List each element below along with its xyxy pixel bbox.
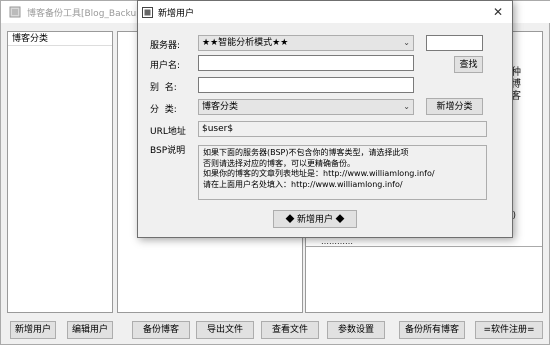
server-extra-input[interactable] (426, 35, 483, 51)
alias-field[interactable] (198, 77, 414, 93)
bsp-label: BSP说明 (150, 146, 186, 156)
server-label: 服务器: (150, 41, 181, 51)
add-user-dialog: 新增用户 ✕ 服务器: ★★智能分析模式★★ ⌄ 查找 用户名: 别 名: 分 … (137, 0, 513, 238)
add-user-button[interactable]: 新增用户 (10, 321, 56, 339)
chevron-down-icon: ⌄ (403, 102, 410, 111)
server-select[interactable]: ★★智能分析模式★★ ⌄ (198, 35, 414, 51)
dialog-titlebar: 新增用户 ✕ (138, 1, 512, 23)
backup-blog-button[interactable]: 备份博客 (132, 321, 190, 339)
category-panel[interactable]: 博客分类 (7, 31, 113, 313)
submit-add-user-button[interactable]: ◆ 新增用户 ◆ (273, 210, 357, 228)
category-select-value: 博客分类 (202, 102, 239, 112)
close-icon[interactable]: ✕ (490, 4, 506, 20)
alias-label: 别 名: (150, 83, 177, 93)
url-label: URL地址 (150, 127, 186, 137)
category-panel-header: 博客分类 (8, 32, 112, 46)
backup-all-blogs-button[interactable]: 备份所有博客 (399, 321, 465, 339)
search-button[interactable]: 查找 (454, 56, 483, 73)
dialog-title: 新增用户 (158, 9, 195, 19)
dialog-app-icon (142, 7, 153, 18)
chevron-down-icon: ⌄ (403, 38, 410, 47)
edit-user-button[interactable]: 编辑用户 (67, 321, 113, 339)
username-field[interactable] (198, 55, 414, 71)
bsp-line: 如果你的博客的文章列表地址是：http://www.williamlong.in… (203, 169, 435, 178)
server-select-value: ★★智能分析模式★★ (202, 38, 289, 48)
bsp-line: 否则请选择对应的博客，可以更精确备份。 (203, 158, 355, 168)
url-field[interactable]: $user$ (198, 121, 487, 137)
view-file-button[interactable]: 查看文件 (261, 321, 319, 339)
app-icon (9, 6, 21, 18)
category-label: 分 类: (150, 105, 177, 115)
username-label: 用户名: (150, 61, 181, 71)
category-select[interactable]: 博客分类 ⌄ (198, 99, 414, 115)
export-file-button[interactable]: 导出文件 (196, 321, 254, 339)
add-category-button[interactable]: 新增分类 (426, 98, 483, 115)
register-software-button[interactable]: =软件注册= (475, 321, 543, 339)
bsp-description: 如果下面的服务器(BSP)不包含你的博客类型，请选择此项 否则请选择对应的博客，… (198, 145, 487, 200)
bsp-line: 如果下面的服务器(BSP)不包含你的博客类型，请选择此项 (203, 148, 409, 157)
main-window-title: 博客备份工具[Blog_Backup] (27, 9, 146, 19)
right-panel-peek-text: 种 博 客 (511, 67, 525, 103)
settings-button[interactable]: 参数设置 (327, 321, 385, 339)
bsp-line: 请在上面用户名处填入：http://www.williamlong.info/ (203, 179, 403, 189)
right-panel-peek-bottom: ………… (321, 237, 353, 246)
